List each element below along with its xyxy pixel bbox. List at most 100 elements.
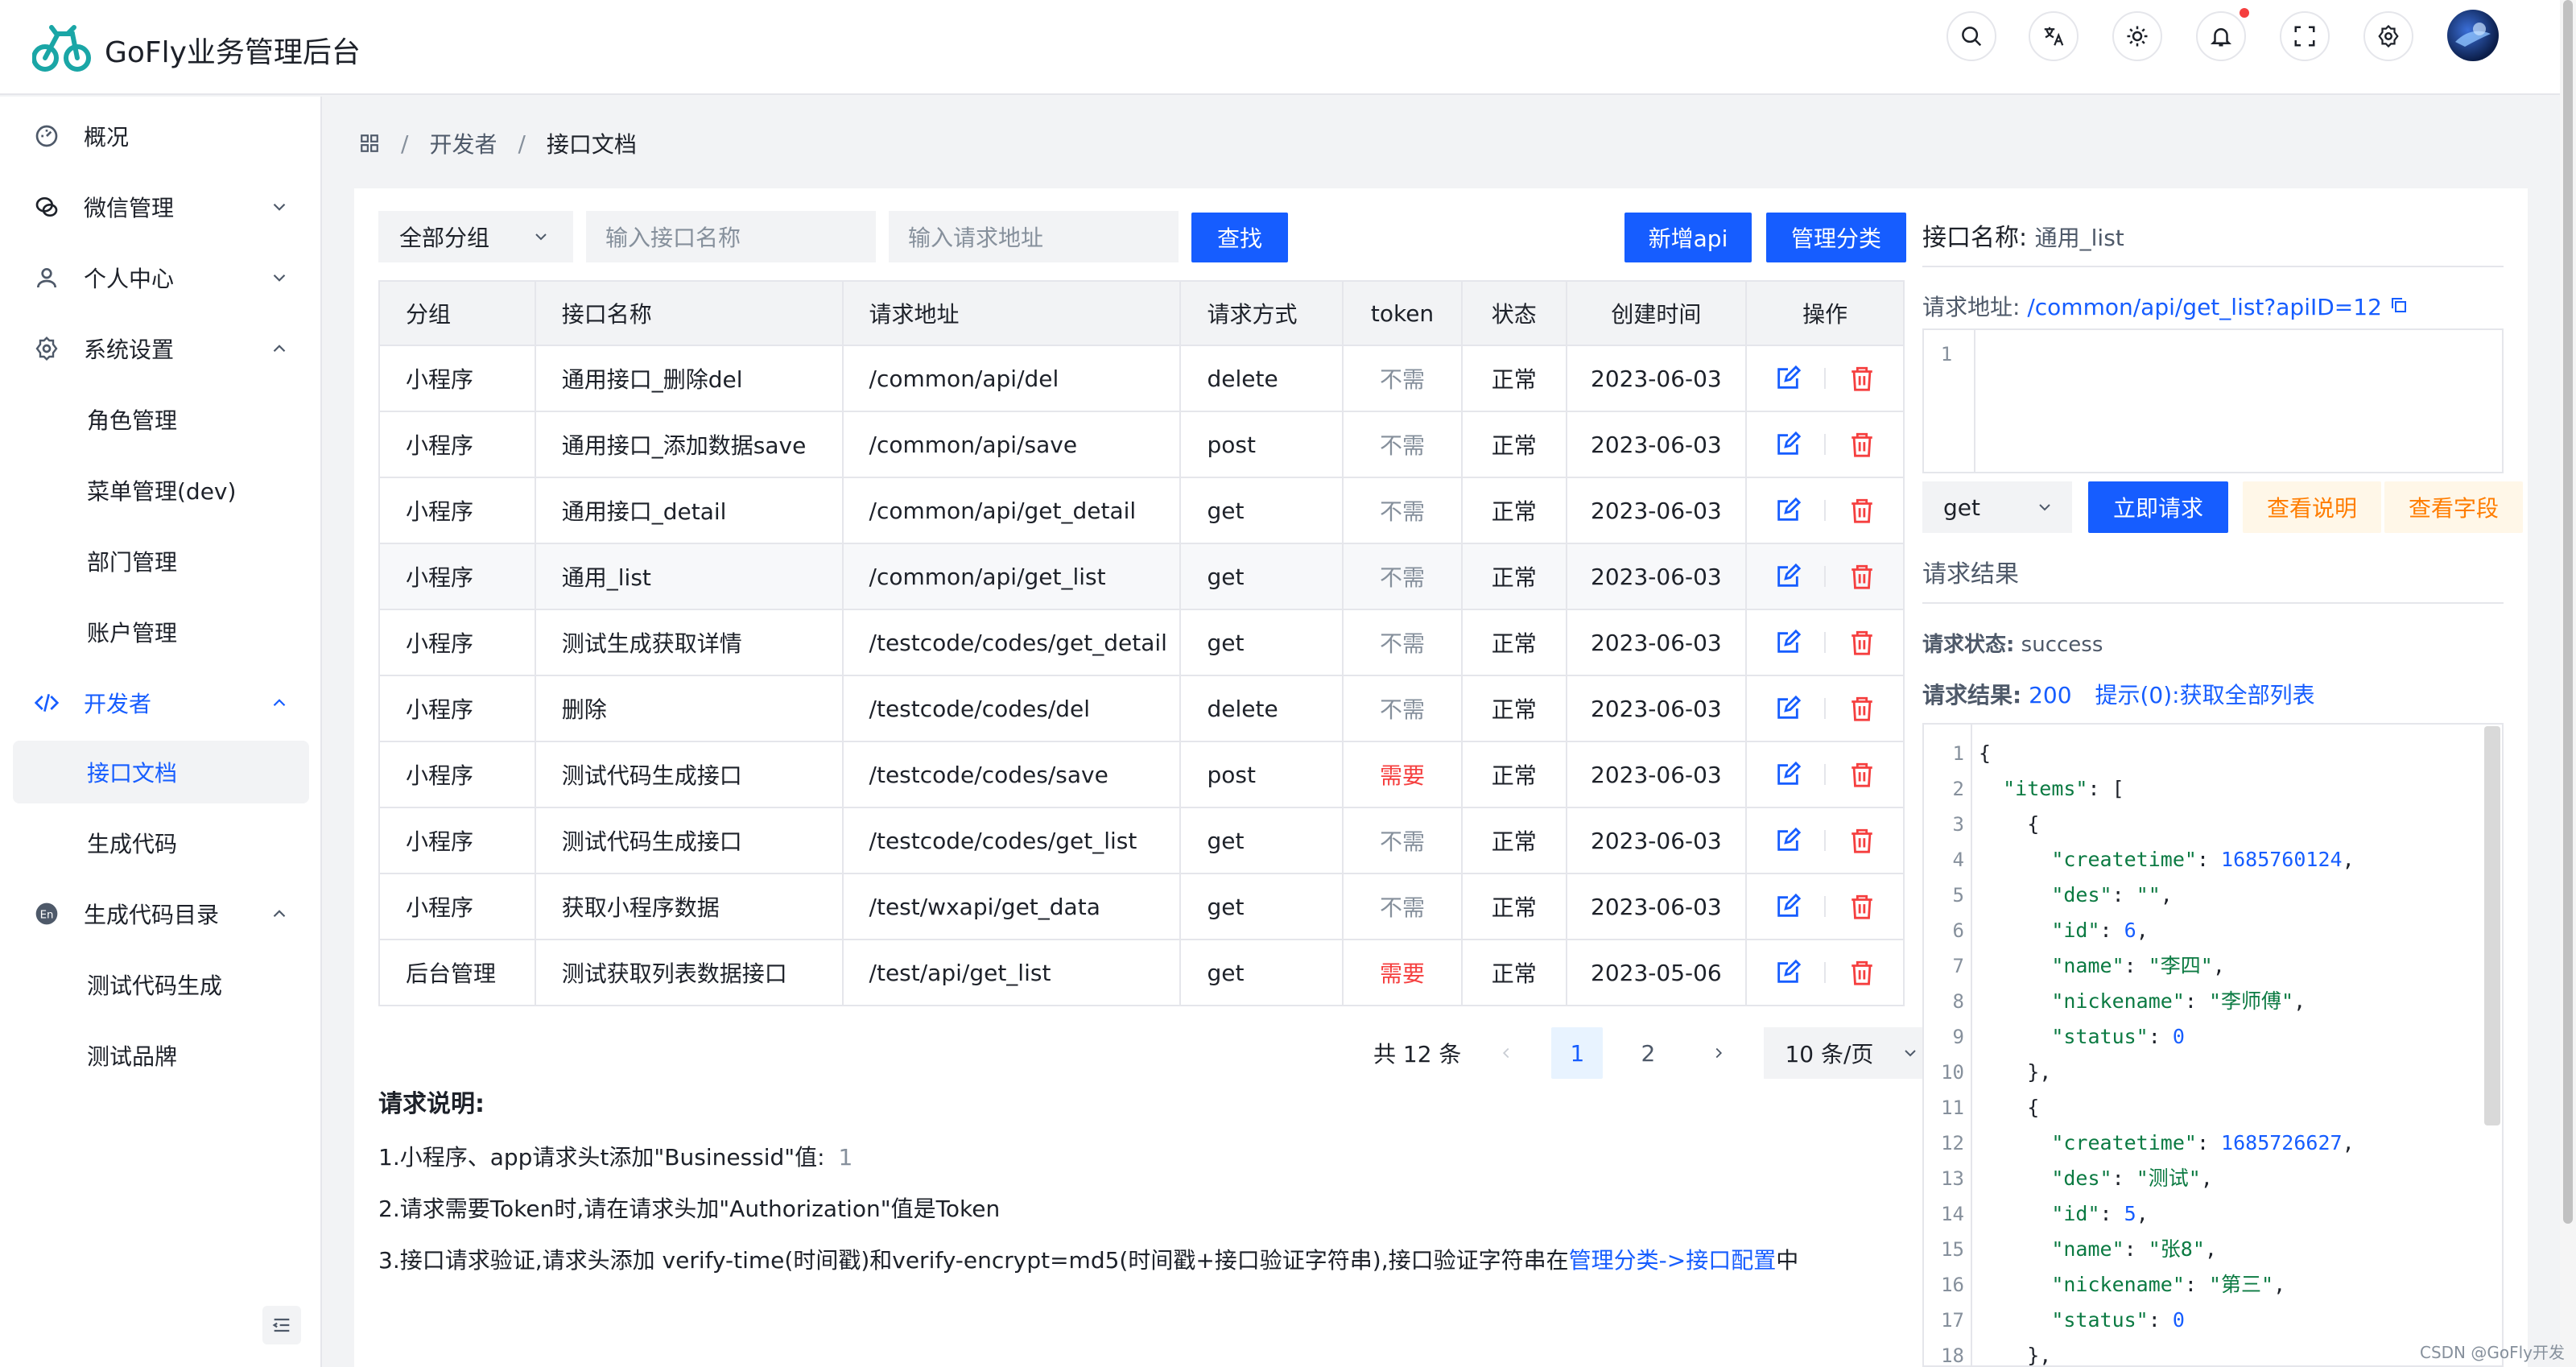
- delete-icon[interactable]: [1848, 893, 1876, 920]
- delete-icon[interactable]: [1848, 695, 1876, 722]
- sidebar-item-menus[interactable]: 菜单管理(dev): [13, 459, 309, 522]
- sidebar-item-system-settings[interactable]: 系统设置: [13, 317, 309, 380]
- sidebar-item-departments[interactable]: 部门管理: [13, 530, 309, 593]
- sidebar-item-label: 概况: [84, 124, 130, 151]
- user-avatar[interactable]: [2447, 10, 2499, 61]
- edit-icon[interactable]: [1774, 563, 1802, 590]
- next-page-button[interactable]: [1693, 1027, 1744, 1079]
- sidebar-item-wechat[interactable]: 微信管理: [13, 176, 309, 238]
- edit-icon[interactable]: [1774, 893, 1802, 920]
- table-cell: /test/wxapi/get_data: [842, 873, 1182, 940]
- table-cell: 正常: [1461, 543, 1567, 610]
- sidebar-item-accounts[interactable]: 账户管理: [13, 601, 309, 663]
- page-scrollbar-thumb[interactable]: [2563, 0, 2573, 1224]
- page-size-select[interactable]: 10 条/页: [1764, 1027, 1937, 1079]
- edit-icon[interactable]: [1774, 629, 1802, 656]
- table-cell: 2023-06-03: [1566, 477, 1748, 544]
- note-text: 3.接口请求验证,请求头添加 verify-time(时间戳)和verify-e…: [378, 1247, 1569, 1274]
- delete-icon[interactable]: [1848, 827, 1876, 854]
- language-button[interactable]: [2029, 11, 2079, 61]
- note-value: 1: [838, 1144, 853, 1171]
- table-cell: 2023-06-03: [1566, 609, 1748, 676]
- delete-icon[interactable]: [1848, 431, 1876, 458]
- table-cell: 小程序: [379, 477, 536, 544]
- sidebar-item-test-codegen[interactable]: 测试代码生成: [13, 953, 309, 1016]
- delete-icon[interactable]: [1848, 497, 1876, 524]
- code-line: "items": [: [2003, 777, 2124, 800]
- edit-icon[interactable]: [1774, 365, 1802, 392]
- edit-icon[interactable]: [1774, 761, 1802, 788]
- prev-page-button[interactable]: [1480, 1027, 1532, 1079]
- fullscreen-button[interactable]: [2280, 11, 2330, 61]
- line-number: 12: [1941, 1132, 1964, 1154]
- search-button[interactable]: 查找: [1191, 213, 1288, 262]
- theme-button[interactable]: [2112, 11, 2162, 61]
- delete-icon[interactable]: [1848, 563, 1876, 590]
- sidebar-item-developer[interactable]: 开发者: [13, 671, 309, 734]
- code-line: "id": 6,: [2051, 919, 2149, 942]
- table-cell: 正常: [1461, 345, 1567, 412]
- row-actions: [1746, 345, 1905, 412]
- table-cell: 测试代码生成接口: [535, 741, 844, 808]
- page-button[interactable]: 2: [1622, 1027, 1674, 1079]
- add-api-button[interactable]: 新增api: [1624, 213, 1752, 262]
- request-params-editor[interactable]: [1922, 328, 2504, 473]
- sidebar-collapse-button[interactable]: [262, 1306, 301, 1344]
- method-select[interactable]: get: [1922, 481, 2072, 533]
- row-actions: [1746, 543, 1905, 610]
- code-line: "status": 0: [2051, 1025, 2185, 1048]
- edit-icon[interactable]: [1774, 827, 1802, 854]
- line-number: 3: [1952, 813, 1964, 836]
- sidebar-item-test-brand[interactable]: 测试品牌: [13, 1024, 309, 1087]
- chevron-up-icon: [273, 345, 286, 353]
- table-cell: post: [1180, 741, 1344, 808]
- apps-icon[interactable]: [359, 133, 380, 154]
- delete-icon[interactable]: [1848, 365, 1876, 392]
- api-name-row: 接口名称: 通用_list: [1922, 217, 2124, 253]
- send-request-button[interactable]: 立即请求: [2088, 481, 2228, 533]
- request-url-input[interactable]: 输入请求地址: [889, 211, 1179, 262]
- view-docs-button[interactable]: 查看说明: [2243, 481, 2381, 533]
- breadcrumb-item[interactable]: 开发者: [429, 127, 497, 159]
- sidebar-item-label: 微信管理: [84, 195, 175, 221]
- sidebar-item-overview[interactable]: 概况: [13, 105, 309, 167]
- table-cell: 正常: [1461, 807, 1567, 874]
- edit-icon[interactable]: [1774, 431, 1802, 458]
- page-size-value: 10 条/页: [1785, 1041, 1874, 1068]
- api-name-input[interactable]: 输入接口名称: [586, 211, 876, 262]
- manage-category-button[interactable]: 管理分类: [1766, 213, 1906, 262]
- chevron-right-icon: [1716, 1047, 1723, 1059]
- page-button[interactable]: 1: [1551, 1027, 1604, 1079]
- delete-icon[interactable]: [1848, 959, 1876, 986]
- code-gutter-divider: [1971, 725, 1972, 1365]
- code-scrollbar[interactable]: [2484, 726, 2500, 1125]
- notification-button[interactable]: [2196, 11, 2246, 61]
- sidebar-item-api-docs[interactable]: 接口文档: [13, 741, 309, 803]
- table-row: 小程序 通用接口_detail/common/api/get_detail get 不…: [379, 477, 1905, 544]
- settings-button[interactable]: [2363, 11, 2413, 61]
- chevron-up-icon: [273, 910, 286, 918]
- response-code-viewer[interactable]: 1 2 3 4 5 6 7 8 9 10 11 12 13 14 15 16 17 18 { "items": […: [1922, 723, 2504, 1367]
- search-button[interactable]: [1946, 11, 1996, 61]
- column-header: 接口名称: [535, 281, 844, 346]
- token-badge: 不需: [1380, 564, 1426, 591]
- table-cell: 2023-06-03: [1566, 675, 1748, 742]
- edit-icon[interactable]: [1774, 497, 1802, 524]
- table-cell: 2023-06-03: [1566, 345, 1748, 412]
- view-fields-button[interactable]: 查看字段: [2384, 481, 2523, 533]
- edit-icon[interactable]: [1774, 959, 1802, 986]
- delete-icon[interactable]: [1848, 761, 1876, 788]
- sidebar-item-codegen-catalog[interactable]: En 生成代码目录: [13, 882, 309, 945]
- group-select[interactable]: 全部分组: [378, 211, 573, 262]
- copy-icon[interactable]: [2389, 295, 2409, 315]
- delete-icon[interactable]: [1848, 629, 1876, 656]
- edit-icon[interactable]: [1774, 695, 1802, 722]
- watermark: CSDN @GoFly开发者: [2420, 1343, 2566, 1367]
- user-icon: [32, 263, 61, 292]
- search-icon: [1962, 27, 1982, 47]
- table-cell: 2023-06-03: [1566, 741, 1748, 808]
- sidebar-item-profile[interactable]: 个人中心: [13, 246, 309, 309]
- api-config-link[interactable]: 管理分类->接口配置: [1569, 1247, 1777, 1274]
- sidebar-item-generate-code[interactable]: 生成代码: [13, 812, 309, 874]
- sidebar-item-roles[interactable]: 角色管理: [13, 388, 309, 451]
